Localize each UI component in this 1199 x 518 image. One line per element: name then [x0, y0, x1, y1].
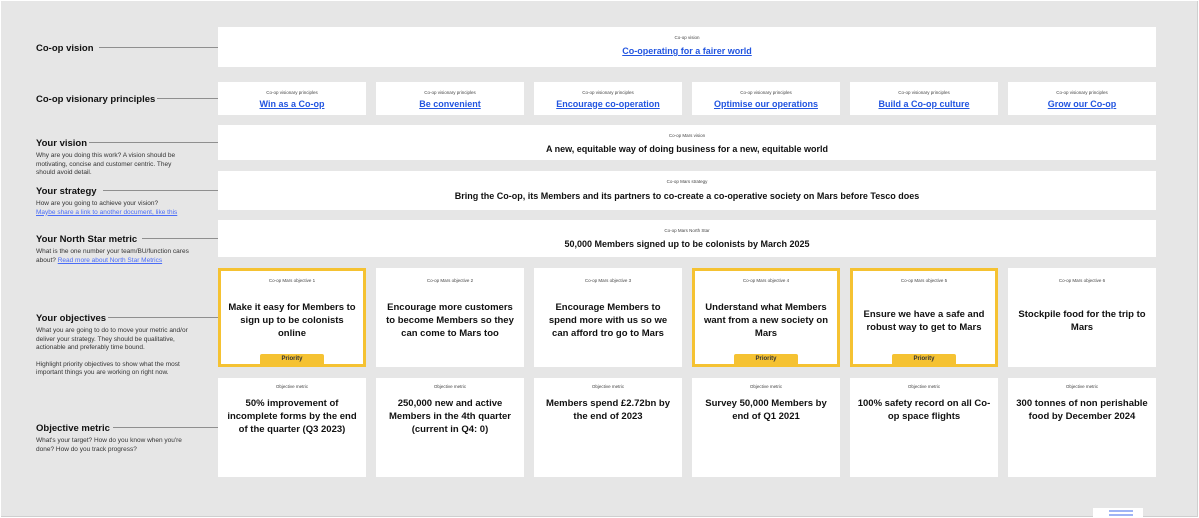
- card-caption: Co-op Mars objective 4: [742, 278, 790, 283]
- scroll-bar-line: [1109, 514, 1133, 516]
- canvas-board: Co-op vision Co-op visionary principles …: [1, 1, 1198, 517]
- objective-text: Stockpile food for the trip to Mars: [1018, 291, 1146, 350]
- north-star-text: 50,000 Members signed up to be colonists…: [564, 239, 810, 249]
- principle-card[interactable]: Co-op visionary principles Win as a Co-op: [218, 82, 366, 115]
- connector-line: [103, 190, 218, 191]
- label-description-text: How are you going to achieve your vision…: [36, 200, 159, 207]
- objective-card[interactable]: Co-op Mars objective 3 Encourage Members …: [534, 268, 682, 367]
- connector-line: [89, 142, 218, 143]
- metric-card[interactable]: Objective metric 250,000 new and active M…: [376, 378, 524, 477]
- connector-line: [113, 427, 218, 428]
- label-title: Your objectives: [36, 313, 107, 324]
- label-description: Highlight priority objectives to show wh…: [36, 360, 180, 377]
- label-title: Your strategy: [36, 186, 97, 197]
- label-description: What's your target? How do you know when…: [36, 437, 182, 453]
- strategy-doc-link[interactable]: Maybe share a link to another document, …: [36, 209, 177, 216]
- principle-link[interactable]: Win as a Co-op: [260, 99, 325, 109]
- objective-text-content: Understand what Members want from a new …: [703, 302, 829, 339]
- north-star-link[interactable]: Read more about North Star Metrics: [58, 257, 162, 264]
- label-description: Why are you doing this work? A vision sh…: [36, 152, 176, 177]
- objective-text-content: Encourage more customers to become Membe…: [386, 302, 514, 339]
- objective-text-content: Encourage Members to spend more with us …: [548, 302, 668, 339]
- metric-text: 100% safety record on all Co-op space fl…: [857, 398, 991, 422]
- connector-line: [142, 238, 218, 239]
- card-caption: Objective metric: [1065, 384, 1099, 389]
- connector-line: [108, 317, 218, 318]
- label-description: How are you going to achieve your vision…: [36, 200, 196, 217]
- priority-badge: Priority: [260, 354, 324, 364]
- label-coop-vision: Co-op vision: [36, 43, 94, 55]
- label-your-vision: Your vision Why are you doing this work?…: [36, 138, 192, 178]
- metric-text: 300 tonnes of non perishable food by Dec…: [1016, 398, 1148, 422]
- principle-link[interactable]: Grow our Co-op: [1048, 99, 1117, 109]
- objective-text: Understand what Members want from a new …: [702, 291, 830, 350]
- objective-text-content: Stockpile food for the trip to Mars: [1018, 308, 1146, 333]
- card-caption: Co-op Mars objective 5: [900, 278, 948, 283]
- label-description: What is the one number your team/BU/func…: [36, 248, 192, 265]
- principle-card[interactable]: Co-op visionary principles Be convenient: [376, 82, 524, 115]
- objective-text: Ensure we have a safe and robust way to …: [860, 291, 988, 350]
- priority-badge: Priority: [734, 354, 798, 364]
- mars-strategy-card[interactable]: Co-op Mars strategy Bring the Co-op, its…: [218, 171, 1156, 210]
- card-caption: Objective metric: [433, 384, 467, 389]
- metric-text: Survey 50,000 Members by end of Q1 2021: [705, 398, 827, 422]
- card-caption: Objective metric: [749, 384, 783, 389]
- card-caption: Co-op Mars objective 3: [584, 278, 632, 283]
- coop-vision-card[interactable]: Co-op vision Co-operating for a fairer w…: [218, 27, 1156, 67]
- metric-text: 50% improvement of incomplete forms by t…: [227, 398, 357, 435]
- card-caption: Co-op Mars objective 2: [426, 278, 474, 283]
- north-star-card[interactable]: Co-op Mars North Star 50,000 Members sig…: [218, 220, 1156, 257]
- principle-link[interactable]: Optimise our operations: [714, 99, 818, 109]
- card-caption: Objective metric: [907, 384, 941, 389]
- label-title: Your North Star metric: [36, 234, 138, 245]
- objective-text: Encourage more customers to become Membe…: [386, 291, 514, 350]
- label-description: What you are going to do to move your me…: [36, 327, 188, 352]
- objective-text: Make it easy for Members to sign up to b…: [228, 291, 356, 350]
- objective-text-content: Make it easy for Members to sign up to b…: [228, 302, 356, 339]
- principle-card[interactable]: Co-op visionary principles Grow our Co-op: [1008, 82, 1156, 115]
- card-caption: Co-op Mars objective 6: [1058, 278, 1106, 283]
- principle-card[interactable]: Co-op visionary principles Optimise our o…: [692, 82, 840, 115]
- label-visionary-principles: Co-op visionary principles: [36, 94, 155, 106]
- principle-card[interactable]: Co-op visionary principles Encourage co-o…: [534, 82, 682, 115]
- objective-card[interactable]: Co-op Mars objective 1 Make it easy for M…: [218, 268, 366, 367]
- label-title: Co-op visionary principles: [36, 94, 156, 105]
- card-caption: Objective metric: [275, 384, 309, 389]
- scroll-bar-line: [1109, 510, 1133, 512]
- principle-link[interactable]: Encourage co-operation: [556, 99, 660, 109]
- principle-link[interactable]: Build a Co-op culture: [879, 99, 970, 109]
- objective-card[interactable]: Co-op Mars objective 2 Encourage more cus…: [376, 268, 524, 367]
- coop-vision-link[interactable]: Co-operating for a fairer world: [622, 46, 752, 56]
- metric-text: Members spend £2.72bn by the end of 2023: [545, 398, 671, 422]
- connector-line: [157, 98, 218, 99]
- mars-strategy-text: Bring the Co-op, its Members and its par…: [454, 190, 920, 201]
- mars-vision-text: A new, equitable way of doing business f…: [545, 143, 829, 154]
- objective-card[interactable]: Co-op Mars objective 4 Understand what Me…: [692, 268, 840, 367]
- objective-text-content: Ensure we have a safe and robust way to …: [863, 308, 985, 333]
- label-title: Co-op vision: [36, 43, 94, 54]
- label-your-objectives: Your objectives What you are going to do…: [36, 313, 192, 378]
- priority-badge: Priority: [892, 354, 956, 364]
- metric-card[interactable]: Objective metric Survey 50,000 Members by…: [692, 378, 840, 477]
- mars-vision-card[interactable]: Co-op Mars vision A new, equitable way o…: [218, 125, 1156, 160]
- metric-text: 250,000 new and active Members in the 4t…: [389, 398, 511, 435]
- metric-card[interactable]: Objective metric 300 tonnes of non perish…: [1008, 378, 1156, 477]
- card-caption: Objective metric: [591, 384, 625, 389]
- principle-card[interactable]: Co-op visionary principles Build a Co-op …: [850, 82, 998, 115]
- metric-card[interactable]: Objective metric Members spend £2.72bn by…: [534, 378, 682, 477]
- metric-card[interactable]: Objective metric 50% improvement of incom…: [218, 378, 366, 477]
- label-title: Your vision: [36, 138, 88, 149]
- scroll-indicator[interactable]: [1093, 508, 1143, 518]
- connector-line: [99, 47, 218, 48]
- objective-card[interactable]: Co-op Mars objective 5 Ensure we have a s…: [850, 268, 998, 367]
- principle-link[interactable]: Be convenient: [419, 99, 481, 109]
- metric-card[interactable]: Objective metric 100% safety record on al…: [850, 378, 998, 477]
- label-title: Objective metric: [36, 423, 110, 434]
- objective-card[interactable]: Co-op Mars objective 6 Stockpile food for…: [1008, 268, 1156, 367]
- objective-text: Encourage Members to spend more with us …: [544, 291, 672, 350]
- card-caption: Co-op Mars objective 1: [268, 278, 316, 283]
